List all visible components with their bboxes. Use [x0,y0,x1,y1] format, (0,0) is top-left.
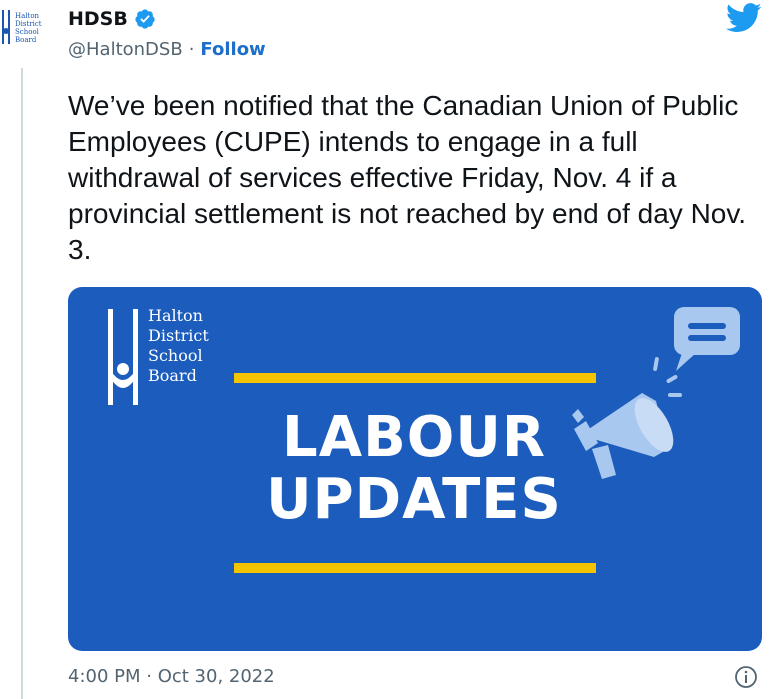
tweet-media-image[interactable]: Halton District School Board LABOUR UPDA… [68,287,762,651]
tweet-timestamp[interactable]: 4:00 PM · Oct 30, 2022 [68,666,275,687]
author-name-row: HDSB [68,8,156,30]
megaphone-icon [572,307,740,479]
info-icon[interactable] [734,665,758,689]
twitter-bird-icon[interactable] [726,3,762,33]
gold-divider-top [234,373,596,383]
handle[interactable]: @HaltonDSB [68,39,183,60]
media-logo-text: Halton District School Board [148,306,209,385]
thread-line [21,68,23,699]
gold-divider-bottom [234,563,596,573]
media-headline: LABOUR UPDATES [266,405,562,532]
avatar-logo-text: Halton District School Board [15,12,42,44]
tweet-text: We’ve been notified that the Canadian Un… [68,90,747,265]
verified-badge-icon [135,9,155,29]
follow-button[interactable]: Follow [200,39,265,60]
avatar[interactable]: Halton District School Board [2,8,46,52]
hdsb-logo-mark [2,8,12,52]
display-name[interactable]: HDSB [68,8,128,30]
hdsb-logo-icon [108,309,138,405]
separator: · [188,39,195,60]
handle-row: @HaltonDSB · Follow [68,39,266,60]
